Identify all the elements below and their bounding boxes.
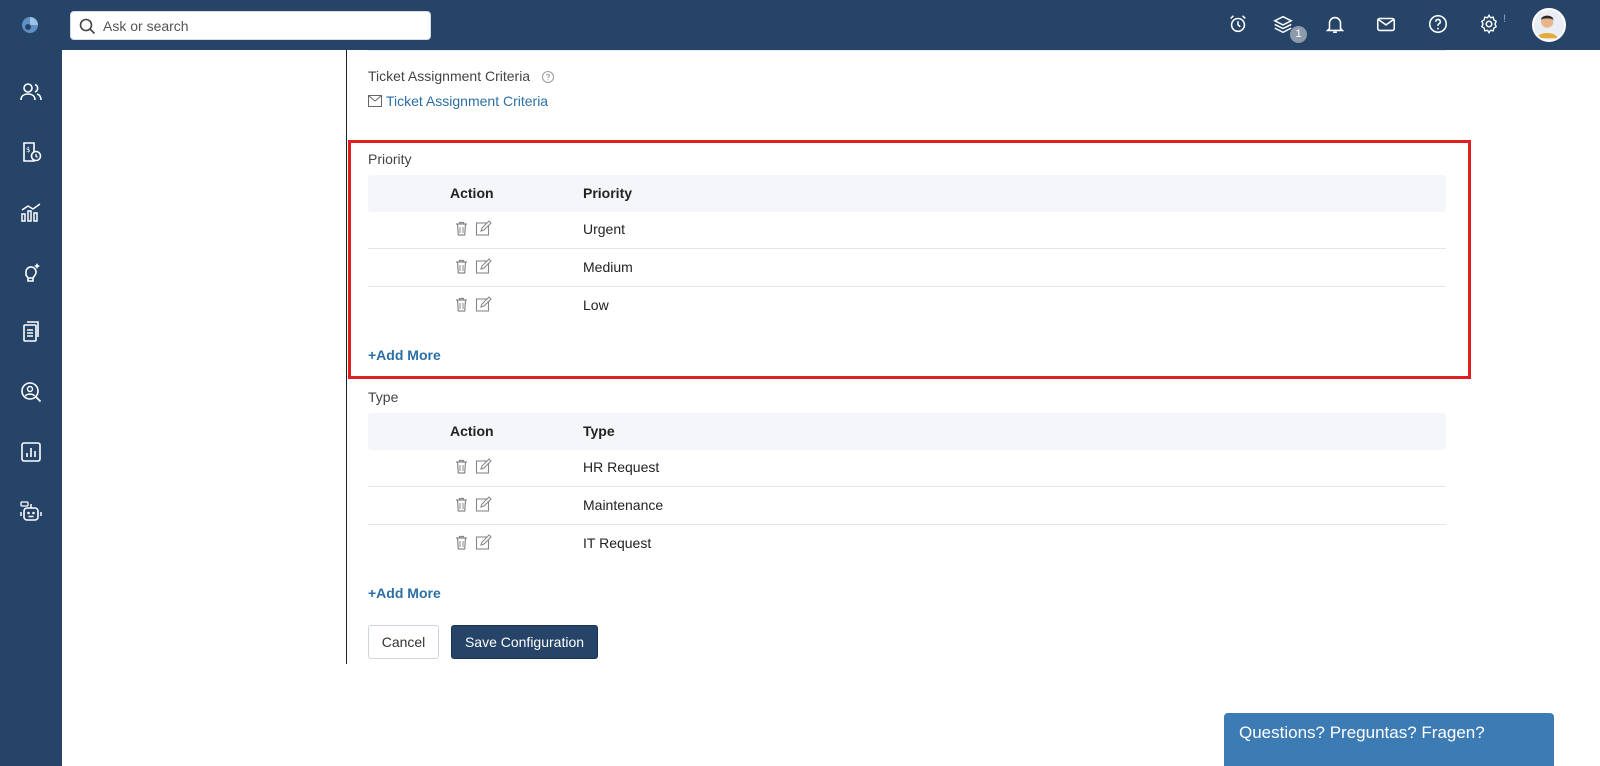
table-row: HR Request <box>368 449 1446 487</box>
content-divider <box>346 50 347 664</box>
priority-value: Low <box>583 297 609 313</box>
billing-icon[interactable]: $ <box>17 138 45 166</box>
table-row: Urgent <box>368 211 1446 249</box>
edit-icon[interactable] <box>475 496 492 513</box>
trash-icon[interactable] <box>453 458 470 475</box>
edit-icon[interactable] <box>475 296 492 313</box>
edit-icon[interactable] <box>475 534 492 551</box>
svg-text:$: $ <box>26 146 30 154</box>
priority-section-title: Priority <box>368 151 412 167</box>
priority-value: Medium <box>583 259 633 275</box>
type-col-action: Action <box>450 423 494 439</box>
gear-icon[interactable] <box>1477 12 1501 36</box>
top-bar: 1 ! <box>0 0 1600 50</box>
edit-icon[interactable] <box>475 258 492 275</box>
table-row: Low <box>368 287 1446 325</box>
type-table-header: Action Type <box>368 413 1446 450</box>
type-value: Maintenance <box>583 497 664 513</box>
priority-col-name: Priority <box>583 185 633 201</box>
priority-col-action: Action <box>450 185 494 201</box>
priority-add-more-link[interactable]: +Add More <box>368 347 441 363</box>
trash-icon[interactable] <box>453 220 470 237</box>
app-logo-icon[interactable] <box>19 14 41 36</box>
user-avatar[interactable] <box>1532 8 1566 42</box>
table-row: Maintenance <box>368 487 1446 525</box>
bot-icon[interactable] <box>17 498 45 526</box>
bell-icon[interactable] <box>1323 12 1347 36</box>
type-value: IT Request <box>583 535 652 551</box>
type-col-name: Type <box>583 423 615 439</box>
help-icon[interactable] <box>1426 12 1450 36</box>
table-row: IT Request <box>368 525 1446 563</box>
trash-icon[interactable] <box>453 496 470 513</box>
trash-icon[interactable] <box>453 534 470 551</box>
envelope-icon <box>368 95 382 107</box>
users-icon[interactable] <box>17 78 45 106</box>
chat-widget-label: Questions? Preguntas? Fragen? <box>1239 723 1485 742</box>
type-value: HR Request <box>583 459 660 475</box>
ticket-assignment-criteria-link[interactable]: Ticket Assignment Criteria <box>368 93 548 109</box>
mail-icon[interactable] <box>1374 12 1398 36</box>
priority-table-header: Action Priority <box>368 175 1446 212</box>
type-add-more-link[interactable]: +Add More <box>368 585 441 601</box>
section-divider <box>368 50 1446 51</box>
search-box[interactable] <box>70 11 431 40</box>
alarm-clock-icon[interactable] <box>1226 12 1250 36</box>
edit-icon[interactable] <box>475 220 492 237</box>
save-configuration-button[interactable]: Save Configuration <box>451 625 598 659</box>
side-navigation: $ <box>0 50 62 766</box>
layers-count-badge: 1 <box>1290 26 1307 43</box>
table-row: Medium <box>368 249 1446 287</box>
edit-icon[interactable] <box>475 458 492 475</box>
criteria-link-text: Ticket Assignment Criteria <box>386 93 549 109</box>
ideas-icon[interactable] <box>17 258 45 286</box>
trash-icon[interactable] <box>453 296 470 313</box>
documents-icon[interactable] <box>17 318 45 346</box>
type-section-title: Type <box>368 389 399 405</box>
user-search-icon[interactable] <box>17 378 45 406</box>
analytics-icon[interactable] <box>17 198 45 226</box>
ticket-assignment-label: Ticket Assignment Criteria <box>368 68 531 84</box>
trash-icon[interactable] <box>453 258 470 275</box>
priority-value: Urgent <box>583 221 626 237</box>
info-help-icon[interactable] <box>541 70 555 84</box>
reports-icon[interactable] <box>17 438 45 466</box>
settings-alert-indicator: ! <box>1503 13 1507 25</box>
search-icon <box>79 18 96 35</box>
search-input[interactable] <box>103 15 423 37</box>
help-chat-widget[interactable]: Questions? Preguntas? Fragen? <box>1224 713 1554 766</box>
cancel-button[interactable]: Cancel <box>368 625 439 659</box>
